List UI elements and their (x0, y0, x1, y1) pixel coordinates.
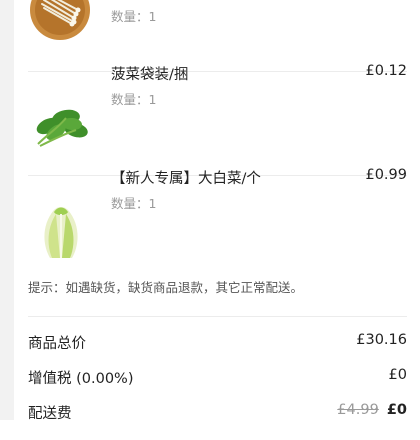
item-price: £0.12 (365, 63, 407, 79)
item-quantity: 数量：1 (111, 92, 157, 107)
delivery-value-group: £4.99 £0 (337, 402, 407, 418)
delivery-original-price: £4.99 (337, 402, 379, 418)
subtotal-value: £30.16 (356, 332, 407, 348)
delivery-price: £0 (386, 402, 407, 418)
order-item[interactable]: 数量：1 (14, 0, 420, 70)
summary-divider (28, 316, 407, 317)
enoki-mushroom-bowl-icon (30, 0, 90, 40)
stockout-tip: 提示：如遇缺货，缺货商品退款，其它正常配送。 (28, 280, 304, 295)
spinach-icon (36, 109, 88, 147)
napa-cabbage-icon (44, 207, 78, 258)
item-price: £0.99 (365, 167, 407, 183)
item-quantity: 数量：1 (111, 196, 157, 211)
order-card: 数量：1 菠菜袋装/捆 £0.12 数量：1 【新人专属】大白菜/个 £0.99… (14, 0, 420, 440)
item-name: 【新人专属】大白菜/个 (111, 171, 261, 187)
subtotal-label: 商品总价 (28, 336, 86, 352)
order-item[interactable]: 【新人专属】大白菜/个 £0.99 数量：1 (14, 167, 420, 276)
delivery-row: 配送费 £4.99 £0 (28, 402, 407, 426)
item-quantity: 数量：1 (111, 9, 157, 24)
subtotal-row: 商品总价 £30.16 (28, 332, 407, 356)
vat-value: £0 (388, 367, 407, 383)
item-name: 菠菜袋装/捆 (111, 67, 189, 83)
order-item[interactable]: 菠菜袋装/捆 £0.12 数量：1 (14, 63, 420, 172)
vat-label: 增值税 (0.00%) (28, 371, 134, 387)
vat-row: 增值税 (0.00%) £0 (28, 367, 407, 391)
